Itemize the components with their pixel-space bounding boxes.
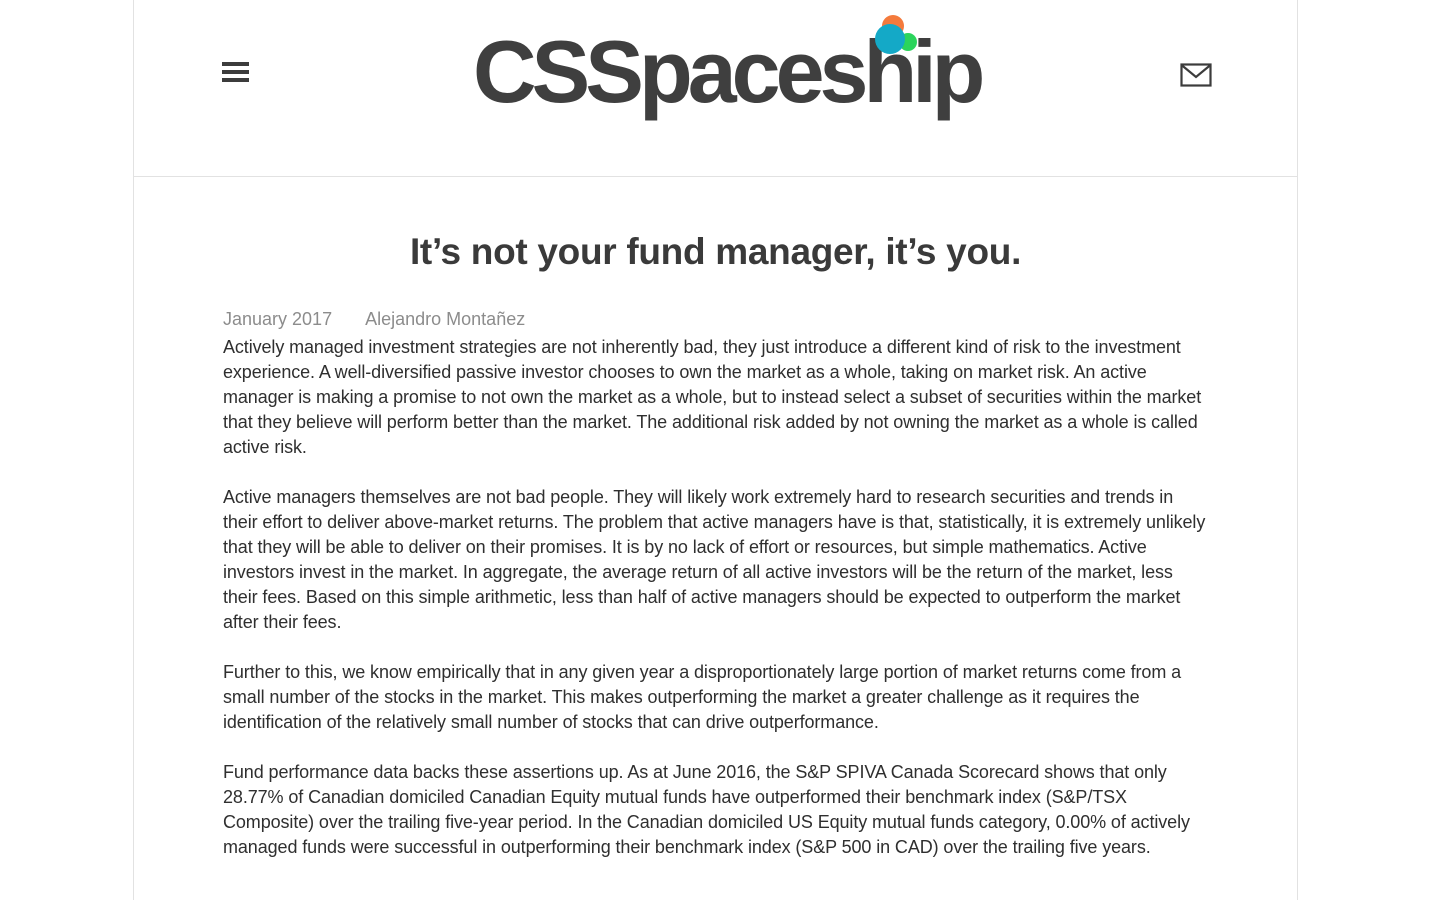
article-paragraph: Active managers themselves are not bad p…: [223, 487, 1206, 632]
article-author: Alejandro Montañez: [365, 309, 526, 329]
logo-dots-icon: [875, 15, 917, 54]
article-paragraph: Actively managed investment strategies a…: [223, 337, 1202, 457]
site-logo[interactable]: CSSpaceship: [473, 15, 985, 140]
site-header: CSSpaceship: [134, 0, 1297, 177]
page-container: CSSpaceship It’s not your fund manager, …: [133, 0, 1298, 900]
article: It’s not your fund manager, it’s you. Ja…: [134, 177, 1297, 860]
hamburger-menu-icon: [222, 62, 251, 82]
article-body: Actively managed investment strategies a…: [223, 335, 1208, 860]
article-title: It’s not your fund manager, it’s you.: [409, 231, 1022, 272]
article-meta: January 2017 Alejandro Montañez: [223, 307, 1208, 335]
article-paragraph: Further to this, we know empirically tha…: [223, 662, 1182, 732]
article-date: January 2017: [223, 309, 333, 329]
contact-mail-button[interactable]: [1180, 63, 1212, 87]
logo-dot-blue: [875, 24, 905, 54]
menu-button[interactable]: [222, 62, 251, 86]
article-paragraph: Fund performance data backs these assert…: [223, 762, 1190, 857]
envelope-icon: [1180, 63, 1212, 87]
